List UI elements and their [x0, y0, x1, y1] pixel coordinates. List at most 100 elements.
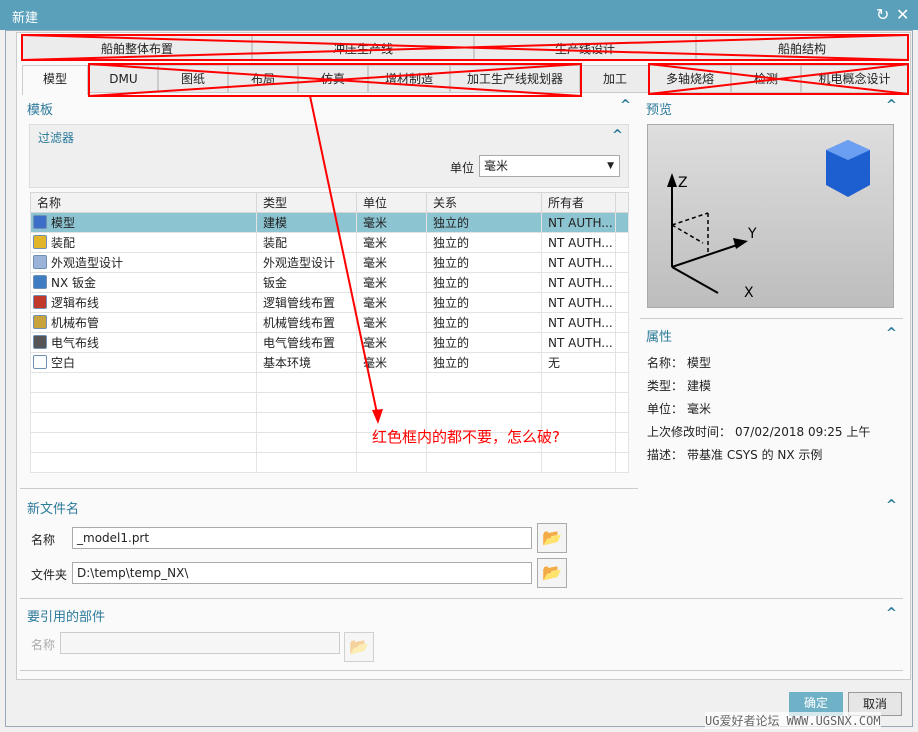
collapse-new-file-icon[interactable]: ^ [886, 498, 897, 513]
table-cell [615, 452, 629, 473]
folder-input[interactable]: D:\temp\temp_NX\ [72, 562, 532, 584]
tab-row2-3[interactable]: 布局 [228, 65, 298, 93]
folder-icon: 📂 [542, 528, 562, 547]
table-cell [30, 452, 257, 473]
axis-z-label: Z [678, 175, 688, 191]
tab-row2-6[interactable]: 加工生产线规划器 [450, 65, 580, 93]
table-cell: 独立的 [426, 252, 542, 273]
table-row[interactable]: 装配 装配 毫米 独立的 NT AUTH... [30, 232, 629, 253]
table-cell: 电气布线 [30, 332, 257, 353]
chevron-down-icon: ▼ [607, 161, 614, 171]
cell-text: 装配 [263, 236, 288, 250]
table-cell [615, 412, 629, 433]
properties-title: 属性 [646, 330, 673, 345]
table-cell [615, 292, 629, 313]
close-icon[interactable]: ✕ [896, 5, 909, 24]
filter-title: 过滤器 [38, 131, 75, 145]
axis-y-label: Y [747, 226, 757, 242]
tab-row2-5[interactable]: 增材制造 [368, 65, 450, 93]
property-key: 单位： [647, 402, 684, 416]
table-cell: NT AUTH... [541, 212, 616, 233]
column-header[interactable]: 所有者 [541, 192, 616, 213]
cell-text: 逻辑布线 [51, 296, 100, 310]
cell-text: NT AUTH... [548, 275, 613, 290]
axis-x-label: X [744, 285, 754, 301]
tab-row2-8[interactable]: 多轴烧熔 [649, 65, 731, 93]
ref-part-title: 要引用的部件 [27, 610, 106, 625]
cell-text: 基本环境 [263, 356, 312, 370]
unit-select[interactable]: 毫米 ▼ [479, 155, 620, 177]
collapse-properties-icon[interactable]: ^ [886, 326, 897, 341]
column-header[interactable]: 类型 [256, 192, 357, 213]
property-key: 名称： [647, 356, 684, 370]
table-cell [541, 392, 616, 413]
tab-row2-9[interactable]: 检测 [731, 65, 801, 93]
table-cell: 机械管线布置 [256, 312, 357, 333]
table-row[interactable]: 机械布管 机械管线布置 毫米 独立的 NT AUTH... [30, 312, 629, 333]
cell-text: NX 钣金 [51, 276, 97, 290]
folder-label: 文件夹 [31, 568, 68, 582]
template-section-title: 模板 [27, 103, 54, 118]
collapse-filter-icon[interactable]: ^ [612, 128, 623, 143]
table-cell [256, 392, 357, 413]
unit-label: 单位 [450, 161, 475, 175]
column-header[interactable]: 名称 [30, 192, 257, 213]
table-cell [615, 212, 629, 233]
table-cell: NT AUTH... [541, 232, 616, 253]
ref-name-input[interactable] [60, 632, 340, 654]
reset-icon[interactable]: ↻ [876, 5, 889, 24]
tab-row2-0[interactable]: 模型 [22, 65, 88, 95]
column-header[interactable]: 单位 [356, 192, 427, 213]
template-icon [33, 235, 47, 249]
browse-name-button[interactable]: 📂 [537, 523, 567, 553]
tab-row1-1[interactable]: 冲压生产线 [252, 35, 474, 61]
tab-row2-7[interactable]: 加工 [581, 65, 649, 93]
tab-row2-2[interactable]: 图纸 [158, 65, 228, 93]
cell-text: 外观造型设计 [263, 256, 336, 270]
table-row[interactable] [30, 392, 629, 413]
table-cell: 模型 [30, 212, 257, 233]
divider [640, 318, 903, 319]
cell-text: 空白 [51, 356, 76, 370]
table-row[interactable]: 空白 基本环境 毫米 独立的 无 [30, 352, 629, 373]
tab-row1-0[interactable]: 船舶整体布置 [22, 35, 252, 61]
collapse-template-icon[interactable]: ^ [620, 98, 631, 113]
table-cell: 独立的 [426, 232, 542, 253]
property-value: 带基准 CSYS 的 NX 示例 [687, 448, 823, 462]
tab-row2-1[interactable]: DMU [89, 65, 158, 93]
table-row[interactable]: 电气布线 电气管线布置 毫米 独立的 NT AUTH... [30, 332, 629, 353]
collapse-ref-part-icon[interactable]: ^ [886, 606, 897, 621]
property-key: 上次修改时间： [647, 425, 732, 439]
browse-folder-button[interactable]: 📂 [537, 558, 567, 588]
collapse-preview-icon[interactable]: ^ [886, 98, 897, 113]
table-row[interactable]: 逻辑布线 逻辑管线布置 毫米 独立的 NT AUTH... [30, 292, 629, 313]
name-input[interactable]: _model1.prt [72, 527, 532, 549]
tab-row1-2[interactable]: 生产线设计 [474, 35, 696, 61]
cell-text: 无 [548, 356, 561, 370]
table-row[interactable]: NX 钣金 钣金 毫米 独立的 NT AUTH... [30, 272, 629, 293]
table-cell: 毫米 [356, 252, 427, 273]
ref-browse-button[interactable]: 📂 [344, 632, 374, 662]
column-header[interactable]: 关系 [426, 192, 542, 213]
table-cell: 逻辑管线布置 [256, 292, 357, 313]
divider [20, 598, 903, 599]
table-cell: 毫米 [356, 272, 427, 293]
cell-text: 毫米 [363, 356, 388, 370]
cell-text: NT AUTH... [548, 255, 613, 270]
table-row[interactable]: 模型 建模 毫米 独立的 NT AUTH... [30, 212, 629, 233]
template-icon [33, 275, 47, 289]
table-row[interactable] [30, 452, 629, 473]
cell-text: 独立的 [433, 276, 470, 290]
folder-icon: 📂 [542, 563, 562, 582]
table-cell [615, 372, 629, 393]
table-cell: 独立的 [426, 352, 542, 373]
table-cell [356, 372, 427, 393]
cell-text: 毫米 [363, 256, 388, 270]
table-row[interactable]: 外观造型设计 外观造型设计 毫米 独立的 NT AUTH... [30, 252, 629, 273]
tab-row2-4[interactable]: 仿真 [298, 65, 368, 93]
table-cell [30, 372, 257, 393]
tab-row1-3[interactable]: 船舶结构 [696, 35, 908, 61]
table-cell: 建模 [256, 212, 357, 233]
tab-row2-10[interactable]: 机电概念设计 [801, 65, 908, 93]
table-row[interactable] [30, 372, 629, 393]
